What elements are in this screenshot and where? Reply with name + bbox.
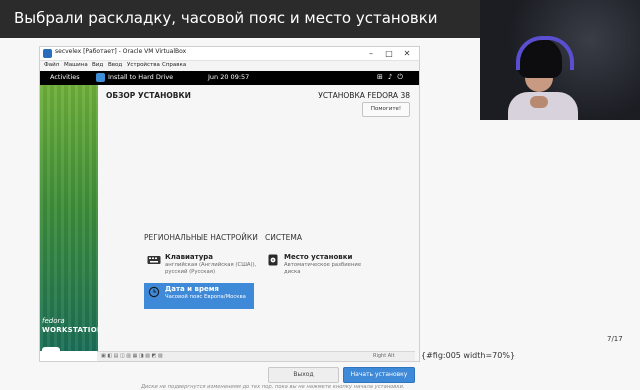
menu-input[interactable]: Ввод [108, 62, 122, 68]
slide-title: Выбрали раскладку, часовой пояс и место … [14, 9, 438, 27]
spoke-keyboard[interactable]: Клавиатура английская (Английская (США))… [144, 251, 259, 277]
vm-menubar: Файл Машина Вид Ввод Устройства Справка [40, 61, 419, 71]
menu-view[interactable]: Вид [92, 62, 103, 68]
disk-icon [268, 254, 278, 266]
installer-sidebar: fedora WORKSTATION [40, 85, 98, 351]
slide-title-bar: Выбрали раскладку, часовой пояс и место … [0, 0, 480, 38]
activities-button[interactable]: Activities [50, 73, 80, 81]
help-button[interactable]: Помогите! [362, 102, 410, 117]
virtualbox-logo-icon [43, 49, 52, 58]
spoke-destination-title: Место установки [284, 253, 353, 261]
quit-button[interactable]: Выход [268, 367, 339, 383]
vm-status-icons[interactable]: ▣ ◧ ▤ ◫ ▥ ▦ ◨ ▧ ◩ ▨ [101, 353, 163, 359]
hub-title: ОБЗОР УСТАНОВКИ [106, 91, 191, 100]
fedora-brand: fedora [42, 317, 65, 325]
close-icon[interactable]: ✕ [398, 47, 416, 60]
spoke-date-time-status: Часовой пояс Европа/Москва [165, 294, 246, 300]
category-system: СИСТЕМА [265, 233, 303, 242]
installation-summary-hub: ОБЗОР УСТАНОВКИ УСТАНОВКА FEDORA 38 Помо… [98, 85, 419, 390]
installer-app-icon [96, 73, 105, 82]
clock[interactable]: Jun 20 09:57 [208, 73, 249, 81]
webcam-feed [480, 0, 640, 120]
begin-installation-button[interactable]: Начать установку [343, 367, 415, 383]
menu-devices[interactable]: Устройства [127, 62, 160, 68]
installation-warning: Диски не подвергнутся изменениям до тех … [141, 384, 405, 390]
spoke-date-time[interactable]: Дата и время Часовой пояс Европа/Москва [144, 283, 254, 309]
virtualbox-window: secvelex [Работает] - Oracle VM VirtualB… [39, 46, 420, 390]
workstation-brand: WORKSTATION [42, 326, 98, 334]
gnome-top-bar: Activities Install to Hard Drive Jun 20 … [40, 71, 419, 85]
volume-icon: ♪ [387, 73, 393, 81]
vm-window-title: secvelex [Работает] - Oracle VM VirtualB… [55, 48, 187, 55]
menu-file[interactable]: Файл [44, 62, 59, 68]
fedora-badge-icon [42, 347, 60, 351]
menu-help[interactable]: Справка [162, 62, 186, 68]
menu-machine[interactable]: Машина [64, 62, 88, 68]
host-key-label: Right Alt [373, 353, 395, 359]
spoke-destination-status: Автоматическое разбиение диска [284, 262, 362, 275]
minimize-icon[interactable]: – [362, 47, 380, 60]
clock-icon [148, 286, 160, 298]
spoke-keyboard-status: английская (Английская (США)), русский (… [165, 262, 257, 275]
vm-titlebar: secvelex [Работает] - Oracle VM VirtualB… [40, 47, 419, 61]
keyboard-icon [147, 256, 161, 264]
webcam-person-hand [530, 96, 548, 108]
app-menu-title[interactable]: Install to Hard Drive [108, 73, 173, 81]
spoke-keyboard-title: Клавиатура [165, 253, 213, 261]
product-title: УСТАНОВКА FEDORA 38 [318, 91, 410, 100]
spoke-date-time-title: Дата и время [165, 285, 219, 293]
maximize-icon[interactable]: □ [380, 47, 398, 60]
sidebar-pattern [40, 85, 98, 351]
figure-caption-fragment: {#fig:005 width=70%} [421, 351, 516, 360]
category-regional: РЕГИОНАЛЬНЫЕ НАСТРОЙКИ [144, 233, 258, 242]
system-tray[interactable]: ⊞ ♪ ⏻ [372, 73, 403, 82]
spoke-installation-destination[interactable]: Место установки Автоматическое разбиение… [263, 251, 383, 277]
power-icon: ⏻ [397, 73, 403, 81]
network-icon: ⊞ [377, 73, 383, 81]
slide-page-counter: 7/17 [607, 335, 623, 343]
